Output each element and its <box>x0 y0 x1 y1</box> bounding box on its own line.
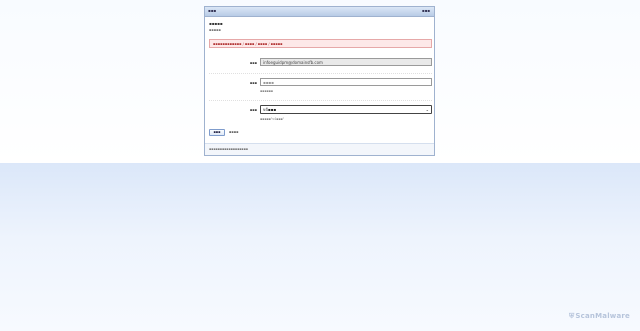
panel-header: ▪▪▪ ▪▪▪ <box>205 7 434 17</box>
panel-header-link[interactable]: ▪▪▪ <box>422 8 430 13</box>
text-field-hint: ▪▪▪▪▪▪ <box>260 89 273 93</box>
form-subheading: ▪▪▪▪▪ <box>209 28 221 32</box>
email-field[interactable]: infoeguidpm@domainsfb.com <box>260 58 432 66</box>
select-row: ▪▪▪ v4▪▪▪ ⌄ ▪▪▪▪▪"v4▪▪▪" <box>209 101 432 125</box>
select-hint: ▪▪▪▪▪"v4▪▪▪" <box>260 117 285 121</box>
version-select[interactable]: v4▪▪▪ ⌄ <box>260 105 432 114</box>
email-row: ▪▪▪ infoeguidpm@domainsfb.com <box>209 54 432 74</box>
select-label: ▪▪▪ <box>249 108 257 112</box>
select-value: v4▪▪▪ <box>263 107 277 112</box>
text-field-input[interactable]: ▪▪▪▪ <box>260 78 432 86</box>
footer-text: ▪▪▪▪▪▪▪▪▪▪▪▪▪▪▪▪▪▪ <box>209 147 248 151</box>
text-field-label: ▪▪▪ <box>249 81 257 85</box>
watermark: ⛨ScanMalware <box>569 312 630 321</box>
form-heading: ▪▪▪▪▪ <box>209 21 223 26</box>
error-message: ▪▪▪▪▪▪▪▪▪▪▪▪ / ▪▪▪▪ / ▪▪▪▪ / ▪▪▪▪▪ <box>209 39 432 48</box>
watermark-text: ScanMalware <box>575 312 630 320</box>
chevron-down-icon: ⌄ <box>425 107 429 112</box>
panel-title: ▪▪▪ <box>208 8 217 13</box>
cancel-link[interactable]: ▪▪▪▪ <box>229 130 239 134</box>
email-label: ▪▪▪ <box>249 61 257 65</box>
panel-footer: ▪▪▪▪▪▪▪▪▪▪▪▪▪▪▪▪▪▪ <box>205 143 434 155</box>
scanmalware-logo-icon: ⛨ <box>568 312 575 320</box>
text-row: ▪▪▪ ▪▪▪▪ ▪▪▪▪▪▪ <box>209 74 432 101</box>
lower-background <box>0 163 640 331</box>
form-panel: ▪▪▪ ▪▪▪ ▪▪▪▪▪ ▪▪▪▪▪ ▪▪▪▪▪▪▪▪▪▪▪▪ / ▪▪▪▪ … <box>204 6 435 156</box>
submit-button[interactable]: ▪▪▪ <box>209 129 225 136</box>
